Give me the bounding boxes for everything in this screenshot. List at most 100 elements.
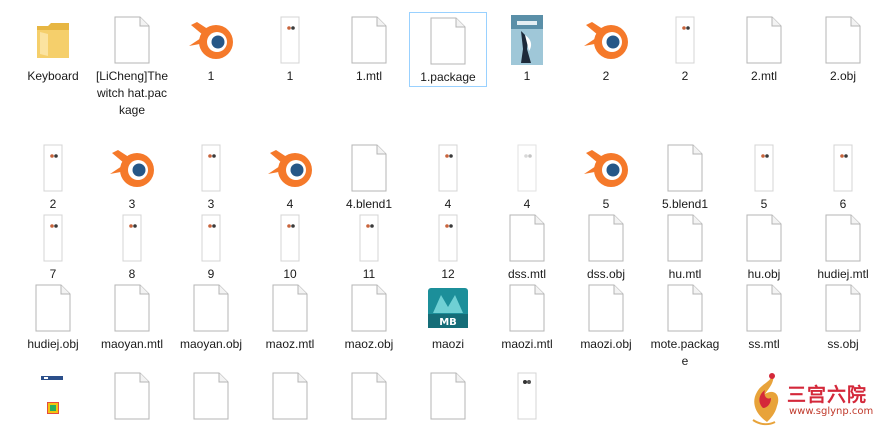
file-item[interactable]: [LiCheng]The witch hat.package: [93, 12, 171, 119]
file-texture-icon: [420, 212, 476, 264]
file-label: 1: [523, 69, 531, 83]
file-item[interactable]: [172, 368, 250, 424]
file-item[interactable]: [488, 368, 566, 424]
file-item[interactable]: 1: [172, 12, 250, 85]
file-label: mote.package: [650, 337, 720, 368]
file-texture-icon: [262, 212, 318, 264]
file-item[interactable]: maoz.mtl: [251, 280, 329, 353]
file-label: 1: [207, 69, 215, 83]
watermark-title: 三宫六院: [787, 384, 868, 406]
file-item[interactable]: 2: [646, 12, 724, 85]
file-blank-icon: [420, 15, 476, 67]
file-blank-icon: [657, 142, 713, 194]
file-item[interactable]: 2.obj: [804, 12, 878, 85]
file-blank-icon: [341, 370, 397, 422]
file-item[interactable]: 8: [93, 210, 171, 283]
file-item[interactable]: 5: [725, 140, 803, 213]
file-item[interactable]: maoyan.mtl: [93, 280, 171, 353]
file-item[interactable]: [93, 368, 171, 424]
file-item[interactable]: Keyboard: [14, 12, 92, 85]
file-item[interactable]: hu.mtl: [646, 210, 724, 283]
file-item[interactable]: ss.mtl: [725, 280, 803, 353]
file-blank-icon: [341, 142, 397, 194]
file-item[interactable]: maozi.obj: [567, 280, 645, 353]
file-blank-icon: [657, 282, 713, 334]
file-item[interactable]: 3: [172, 140, 250, 213]
file-item[interactable]: 3: [93, 140, 171, 213]
file-label: maoz.mtl: [265, 337, 315, 351]
file-label: maozi: [431, 337, 464, 351]
file-item[interactable]: hudiej.mtl: [804, 210, 878, 283]
file-texture-icon: [183, 142, 239, 194]
file-blank-icon: [183, 370, 239, 422]
file-item[interactable]: hu.obj: [725, 210, 803, 283]
file-item[interactable]: 5.blend1: [646, 140, 724, 213]
file-label: 2.mtl: [750, 69, 777, 83]
file-item[interactable]: [409, 368, 487, 424]
file-item[interactable]: ss.obj: [804, 280, 878, 353]
file-blank-icon: [815, 212, 871, 264]
file-blank-icon: [499, 212, 555, 264]
file-item[interactable]: 1: [488, 12, 566, 85]
file-item[interactable]: 5: [567, 140, 645, 213]
file-item[interactable]: 10: [251, 210, 329, 283]
svg-text:MB: MB: [439, 317, 457, 328]
file-blank-icon: [341, 14, 397, 66]
file-blank-icon: [262, 370, 318, 422]
file-item[interactable]: hudiej.obj: [14, 280, 92, 353]
file-item[interactable]: 1.package: [409, 12, 487, 87]
file-blank-icon: [657, 212, 713, 264]
file-texture-icon: [657, 14, 713, 66]
phoenix-logo-icon: [752, 373, 779, 426]
file-item[interactable]: 9: [172, 210, 250, 283]
file-blank-icon: [736, 212, 792, 264]
file-item[interactable]: 12: [409, 210, 487, 283]
file-blank-icon: [736, 282, 792, 334]
file-item[interactable]: 4.blend1: [330, 140, 408, 213]
file-item[interactable]: [14, 368, 92, 424]
file-item[interactable]: dss.obj: [567, 210, 645, 283]
file-blender-icon: [183, 14, 239, 66]
file-blender-icon: [578, 142, 634, 194]
file-item[interactable]: maoz.obj: [330, 280, 408, 353]
file-blank-icon: [341, 282, 397, 334]
file-item[interactable]: 2: [567, 12, 645, 85]
file-label: 1.mtl: [355, 69, 382, 83]
file-item[interactable]: 7: [14, 210, 92, 283]
file-texture-icon: [183, 212, 239, 264]
file-label: 1: [286, 69, 294, 83]
file-item[interactable]: 1: [251, 12, 329, 85]
file-label: maoz.obj: [344, 337, 394, 351]
file-label: 2: [681, 69, 689, 83]
file-blender-icon: [104, 142, 160, 194]
file-blank-icon: [420, 370, 476, 422]
file-item[interactable]: 1.mtl: [330, 12, 408, 85]
watermark-url: www.sglynp.com: [789, 406, 874, 417]
file-texture-dark-icon: [499, 370, 555, 422]
file-item[interactable]: MB maozi: [409, 280, 487, 353]
file-texture-icon: [25, 142, 81, 194]
file-item[interactable]: [330, 368, 408, 424]
file-item[interactable]: 2: [14, 140, 92, 213]
file-item[interactable]: 11: [330, 210, 408, 283]
file-texture-icon: [815, 142, 871, 194]
file-item[interactable]: 4: [488, 140, 566, 213]
file-item[interactable]: dss.mtl: [488, 210, 566, 283]
file-texture-icon: [736, 142, 792, 194]
file-item[interactable]: maoyan.obj: [172, 280, 250, 353]
file-folder-icon: [25, 14, 81, 66]
file-label: 1.package: [420, 70, 476, 84]
file-item[interactable]: mote.package: [646, 280, 724, 370]
file-item[interactable]: maozi.mtl: [488, 280, 566, 353]
file-blank-icon: [815, 282, 871, 334]
file-texture-icon: [420, 142, 476, 194]
file-item[interactable]: 4: [409, 140, 487, 213]
file-thumb-small-icon: [25, 370, 81, 422]
file-item[interactable]: 6: [804, 140, 878, 213]
file-item[interactable]: 4: [251, 140, 329, 213]
file-texture-light-icon: [499, 142, 555, 194]
file-label: maozi.mtl: [501, 337, 553, 351]
file-item[interactable]: 2.mtl: [725, 12, 803, 85]
file-blender-icon: [262, 142, 318, 194]
file-item[interactable]: [251, 368, 329, 424]
